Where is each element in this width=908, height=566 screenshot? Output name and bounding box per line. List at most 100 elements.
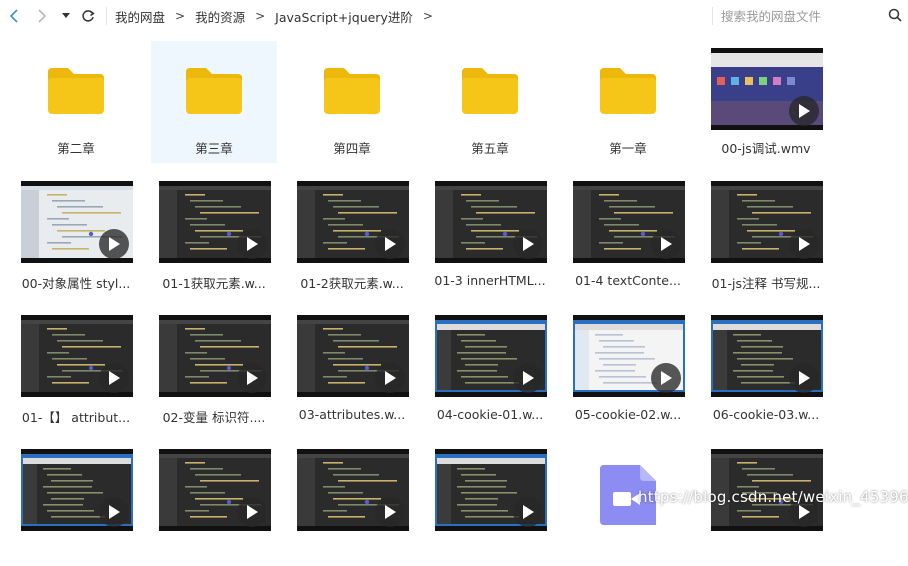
play-triangle-icon	[385, 237, 396, 251]
item-name-label: 第一章	[609, 141, 647, 156]
play-icon	[237, 229, 267, 259]
video-thumbnail	[159, 315, 271, 397]
file-item[interactable]	[565, 444, 691, 566]
play-icon	[99, 497, 129, 527]
play-triangle-icon	[799, 237, 810, 251]
play-icon	[513, 497, 543, 527]
video-thumbnail	[573, 315, 685, 397]
item-name-label: 01-3 innerHTML...	[434, 273, 546, 288]
play-triangle-icon	[247, 505, 258, 519]
play-triangle-icon	[799, 104, 810, 118]
item-name-label: 01-1获取元素.w...	[162, 276, 266, 291]
file-item[interactable]: 02-变量 标识符....	[151, 310, 277, 432]
video-thumbnail	[297, 449, 409, 531]
folder-icon	[324, 68, 380, 114]
video-thumbnail	[711, 315, 823, 397]
item-name-label: 02-变量 标识符....	[162, 410, 266, 425]
file-item[interactable]: 06-cookie-03.w...	[703, 310, 829, 432]
file-item[interactable]	[13, 444, 139, 566]
file-item[interactable]: 00-js调试.wmv	[703, 41, 829, 163]
folder-item[interactable]: 第二章	[13, 41, 139, 163]
play-triangle-icon	[109, 237, 120, 251]
play-triangle-icon	[109, 505, 120, 519]
file-item[interactable]	[151, 444, 277, 566]
item-name-label: 第二章	[57, 141, 95, 156]
item-name-label: 第三章	[195, 141, 233, 156]
play-triangle-icon	[799, 505, 810, 519]
video-thumbnail	[297, 181, 409, 263]
file-item[interactable]	[289, 444, 415, 566]
file-item[interactable]: 01-1获取元素.w...	[151, 176, 277, 298]
item-name-label: 05-cookie-02.w...	[574, 407, 682, 422]
play-icon	[789, 229, 819, 259]
file-item[interactable]: 01-4 textConte...	[565, 176, 691, 298]
file-item[interactable]: 01-js注释 书写规...	[703, 176, 829, 298]
play-icon	[789, 497, 819, 527]
file-item[interactable]: 01-【】 attribut...	[13, 310, 139, 432]
video-thumbnail	[435, 181, 547, 263]
play-icon	[99, 229, 129, 259]
play-icon	[789, 363, 819, 393]
video-thumbnail	[159, 181, 271, 263]
item-name-label: 03-attributes.w...	[298, 407, 406, 422]
play-icon	[375, 497, 405, 527]
file-item[interactable]: 00-对象属性 styl...	[13, 176, 139, 298]
play-triangle-icon	[247, 371, 258, 385]
play-icon	[513, 363, 543, 393]
folder-item[interactable]: 第一章	[565, 41, 691, 163]
item-name-label: 第四章	[333, 141, 371, 156]
folder-icon	[48, 68, 104, 114]
play-triangle-icon	[661, 371, 672, 385]
play-triangle-icon	[523, 371, 534, 385]
video-thumbnail	[435, 315, 547, 397]
play-icon	[375, 363, 405, 393]
file-item[interactable]: 01-3 innerHTML...	[427, 176, 553, 298]
play-triangle-icon	[247, 237, 258, 251]
folder-icon	[600, 68, 656, 114]
play-triangle-icon	[661, 237, 672, 251]
video-thumbnail	[711, 449, 823, 531]
file-item[interactable]: 04-cookie-01.w...	[427, 310, 553, 432]
video-thumbnail	[21, 315, 133, 397]
video-thumbnail	[573, 181, 685, 263]
item-name-label: 00-对象属性 styl...	[21, 276, 131, 291]
play-icon	[237, 363, 267, 393]
file-item[interactable]: 05-cookie-02.w...	[565, 310, 691, 432]
folder-item[interactable]: 第四章	[289, 41, 415, 163]
file-item[interactable]: 01-2获取元素.w...	[289, 176, 415, 298]
play-icon	[237, 497, 267, 527]
item-name-label: 04-cookie-01.w...	[436, 407, 544, 422]
play-icon	[99, 363, 129, 393]
item-name-label: 第五章	[471, 141, 509, 156]
file-grid: 第二章 第三章 第四章 第五章 第一章 00-js调试.wmv 00-对象属性 styl..…	[0, 0, 908, 531]
file-item[interactable]	[427, 444, 553, 566]
video-thumbnail	[297, 315, 409, 397]
play-triangle-icon	[523, 505, 534, 519]
folder-item[interactable]: 第五章	[427, 41, 553, 163]
play-icon	[375, 229, 405, 259]
video-thumbnail	[21, 181, 133, 263]
play-triangle-icon	[523, 237, 534, 251]
folder-icon	[186, 68, 242, 114]
item-name-label: 01-js注释 书写规...	[711, 276, 821, 291]
play-icon	[651, 363, 681, 393]
play-icon	[789, 96, 819, 126]
video-thumbnail	[711, 48, 823, 130]
play-triangle-icon	[385, 505, 396, 519]
video-thumbnail	[711, 181, 823, 263]
video-thumbnail	[435, 449, 547, 531]
item-name-label: 01-【】 attribut...	[21, 410, 131, 425]
folder-item[interactable]: 第三章	[151, 41, 277, 163]
folder-icon	[462, 68, 518, 114]
item-name-label: 06-cookie-03.w...	[712, 407, 820, 422]
video-file-icon	[600, 465, 656, 525]
file-item[interactable]	[703, 444, 829, 566]
play-triangle-icon	[799, 371, 810, 385]
file-item[interactable]: 03-attributes.w...	[289, 310, 415, 432]
play-triangle-icon	[109, 371, 120, 385]
item-name-label: 00-js调试.wmv	[721, 141, 811, 156]
play-icon	[651, 229, 681, 259]
video-thumbnail	[21, 449, 133, 531]
video-thumbnail	[159, 449, 271, 531]
item-name-label: 01-2获取元素.w...	[300, 276, 404, 291]
